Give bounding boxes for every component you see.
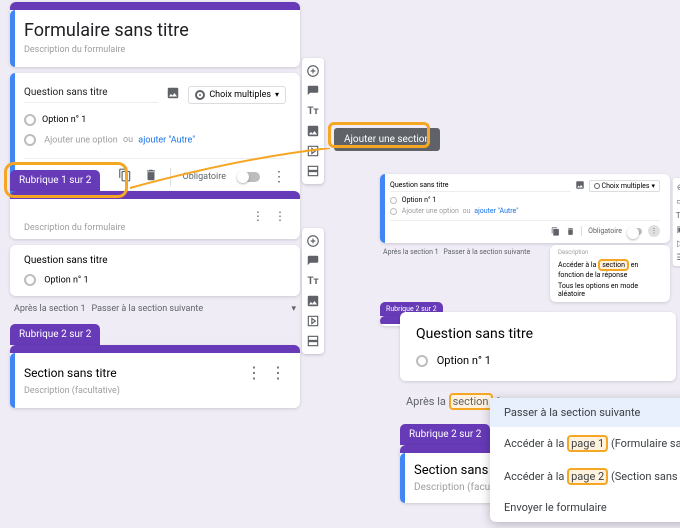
section-nav-dropdown: Passer à la section suivante Accéder à l… xyxy=(490,398,680,522)
import-icon[interactable] xyxy=(304,252,322,270)
after-section-row[interactable]: Après la section 1 Passer à la section s… xyxy=(10,296,300,322)
add-question-icon[interactable] xyxy=(304,232,322,250)
image-icon[interactable] xyxy=(575,180,585,192)
add-title-icon[interactable]: Tт xyxy=(304,272,322,290)
highlighted-section: section xyxy=(449,393,493,410)
more-icon[interactable]: ⋮ xyxy=(648,225,660,237)
radio-option-icon xyxy=(24,114,36,126)
option-1[interactable]: Option n° 1 xyxy=(437,354,491,367)
add-image-icon[interactable] xyxy=(304,122,322,140)
form-description[interactable]: Description du formulaire xyxy=(24,45,286,55)
required-toggle[interactable] xyxy=(628,228,642,235)
add-other[interactable]: ajouter "Autre" xyxy=(138,135,195,145)
form-d: Question sans titre Option n° 1 Après la… xyxy=(400,312,676,503)
section-chip: Rubrique 2 sur 2 xyxy=(400,424,490,445)
option-1[interactable]: Option n° 1 xyxy=(42,115,86,125)
description-label: Description xyxy=(558,249,662,256)
option-1[interactable]: Option n° 1 xyxy=(402,196,436,204)
radio-type-icon xyxy=(195,90,205,100)
option-1[interactable]: Option n° 1 xyxy=(44,275,88,285)
form-description[interactable]: Description du formulaire xyxy=(24,223,286,233)
delete-icon[interactable] xyxy=(566,227,575,236)
add-section-icon[interactable] xyxy=(304,162,322,180)
form-title[interactable]: Formulaire sans titre xyxy=(24,20,286,41)
radio-option-icon xyxy=(24,274,36,286)
add-video-icon[interactable] xyxy=(304,142,322,160)
add-video-icon[interactable] xyxy=(304,312,322,330)
add-title-icon[interactable]: Tт xyxy=(674,209,680,222)
section-title[interactable]: Section sans titre xyxy=(24,366,246,380)
more-icon[interactable]: ⋮ xyxy=(270,363,286,382)
radio-option-icon xyxy=(416,355,428,367)
more-icon[interactable]: ⋮ xyxy=(246,363,262,382)
question-title[interactable]: Question sans titre xyxy=(24,255,286,266)
form-c: Question sans titre Choix multiples ▾ Op… xyxy=(380,174,670,326)
section-chip-1: Rubrique 1 sur 2 xyxy=(10,170,100,191)
more-icon[interactable]: ⋮ xyxy=(252,209,264,223)
dropdown-page1[interactable]: Accéder à la page 1 (Formulaire sans tit… xyxy=(490,427,680,460)
dropdown-page2[interactable]: Accéder à la page 2 (Section sans titre) xyxy=(490,460,680,493)
question-title[interactable]: Question sans titre xyxy=(390,181,571,192)
section-chip-2: Rubrique 2 sur 2 xyxy=(10,324,100,345)
form-b: Rubrique 1 sur 2 ⋮ ⋮ Description du form… xyxy=(10,168,300,408)
add-section-icon[interactable]: ☰ xyxy=(674,251,680,264)
more-icon[interactable]: ⋮ xyxy=(274,209,286,223)
section-desc[interactable]: Description (facultative) xyxy=(24,386,286,396)
add-other[interactable]: ajouter "Autre" xyxy=(474,207,518,215)
add-question-icon[interactable] xyxy=(304,62,322,80)
highlighted-page-2: page 2 xyxy=(567,468,608,485)
add-section-icon[interactable] xyxy=(304,332,322,350)
duplicate-icon[interactable] xyxy=(551,227,560,236)
import-icon[interactable] xyxy=(304,82,322,100)
add-video-icon[interactable]: ▷ xyxy=(674,237,680,250)
add-image-icon[interactable]: ▣ xyxy=(674,223,680,236)
add-option[interactable]: Ajouter une option xyxy=(402,207,459,215)
chevron-down-icon: ▾ xyxy=(291,304,296,314)
dropdown-next[interactable]: Passer à la section suivante xyxy=(490,398,680,427)
image-icon[interactable] xyxy=(166,85,180,104)
highlighted-page-1: page 1 xyxy=(567,435,608,452)
add-question-icon[interactable]: ⊕ xyxy=(674,181,680,194)
highlighted-section: section xyxy=(598,259,629,271)
dropdown-submit[interactable]: Envoyer le formulaire xyxy=(490,493,680,522)
import-icon[interactable]: ▭ xyxy=(674,195,680,208)
question-title-input[interactable]: Question sans titre xyxy=(24,87,158,103)
question-type-select[interactable]: Choix multiples ▾ xyxy=(589,180,660,192)
add-title-icon[interactable]: Tт xyxy=(304,102,322,120)
question-type-select[interactable]: Choix multiples ▾ xyxy=(188,86,286,104)
question-title[interactable]: Question sans titre xyxy=(416,326,660,342)
required-label: Obligatoire xyxy=(588,227,622,235)
radio-add-icon xyxy=(24,134,36,146)
shuffle-option[interactable]: Tous les options en mode aléatoire xyxy=(558,282,662,298)
chevron-down-icon: ▾ xyxy=(275,90,279,99)
add-image-icon[interactable] xyxy=(304,292,322,310)
add-section-tooltip: Ajouter une section xyxy=(334,128,440,151)
add-option[interactable]: Ajouter une option xyxy=(44,135,117,145)
goto-section-option[interactable]: Accéder à la section en fonction de la r… xyxy=(558,259,662,279)
